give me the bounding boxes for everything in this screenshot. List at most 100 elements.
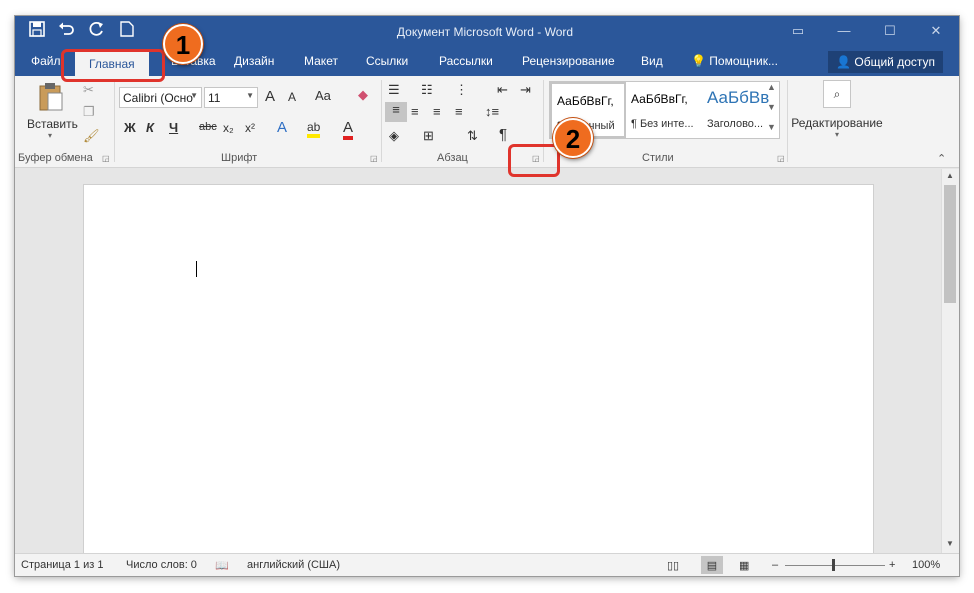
tell-me-label: Помощник...	[709, 54, 778, 68]
numbering-icon[interactable]: ☷	[421, 82, 433, 98]
font-group-label: Шрифт	[221, 152, 258, 164]
search-icon: ⌕	[823, 80, 851, 108]
tab-view[interactable]: Вид	[641, 54, 663, 68]
redo-icon[interactable]	[87, 21, 107, 42]
new-document-icon[interactable]	[117, 21, 137, 42]
proofing-icon[interactable]: 📖	[215, 559, 229, 572]
more-styles-icon[interactable]: ▼	[767, 122, 776, 132]
clear-formatting-icon[interactable]: ◆	[358, 87, 368, 103]
share-button[interactable]: 👤 Общий доступ	[828, 51, 943, 73]
subscript-icon[interactable]: x₂	[223, 121, 234, 135]
style-no-spacing[interactable]: АаБбВвГг, ¶ Без инте...	[626, 82, 702, 138]
step-badge-1: 1	[163, 24, 203, 64]
tab-file[interactable]: Файл	[31, 54, 61, 68]
print-layout-icon[interactable]: ▤	[701, 556, 723, 574]
change-case-icon[interactable]: Aa	[315, 88, 331, 103]
styles-group-label: Стили	[642, 152, 674, 164]
minimize-button[interactable]: —	[821, 16, 867, 46]
bullets-icon[interactable]: ☰	[388, 82, 400, 98]
underline-icon[interactable]: Ч	[169, 120, 178, 135]
borders-icon[interactable]: ⊞	[423, 128, 434, 144]
tab-references[interactable]: Ссылки	[366, 54, 408, 68]
shading-icon[interactable]: ◈	[389, 128, 399, 144]
status-bar: Страница 1 из 1 Число слов: 0 📖 английск…	[15, 553, 959, 576]
tab-mailings[interactable]: Рассылки	[439, 54, 493, 68]
bold-icon[interactable]: Ж	[124, 120, 136, 135]
text-effects-icon[interactable]: A	[277, 119, 287, 136]
tab-layout[interactable]: Макет	[304, 54, 338, 68]
increase-indent-icon[interactable]: ⇥	[520, 82, 531, 98]
maximize-button[interactable]: ☐	[867, 16, 913, 46]
tab-tell-me[interactable]: 💡 Помощник...	[691, 54, 778, 68]
tab-review[interactable]: Рецензирование	[522, 54, 615, 68]
vertical-scrollbar[interactable]: ▲ ▼	[941, 169, 959, 553]
highlight-box-paragraph-launcher	[508, 144, 560, 177]
read-mode-icon[interactable]: ▯▯	[667, 559, 679, 572]
zoom-level[interactable]: 100%	[912, 559, 940, 571]
scrollbar-thumb[interactable]	[944, 185, 956, 303]
scroll-up-arrow-icon[interactable]: ▲	[946, 171, 954, 180]
line-spacing-icon[interactable]: ↕≡	[485, 104, 499, 119]
word-count[interactable]: Число слов: 0	[126, 559, 197, 571]
divider	[787, 80, 788, 162]
paste-button[interactable]: Вставить ▾	[27, 82, 78, 140]
shrink-font-icon[interactable]: A	[288, 90, 296, 104]
document-page[interactable]	[83, 184, 874, 564]
divider	[114, 80, 115, 162]
superscript-icon[interactable]: x²	[245, 121, 255, 135]
style-preview: АаБбВвГг,	[557, 94, 614, 108]
font-size-combo[interactable]: 11 ▼	[204, 87, 258, 108]
styles-launcher-icon[interactable]: ◲	[777, 154, 785, 163]
ribbon-display-icon[interactable]: ▭	[775, 16, 821, 46]
grow-font-icon[interactable]: A	[265, 88, 275, 105]
highlight-box-home-tab	[61, 49, 165, 82]
cut-icon[interactable]: ✂	[83, 82, 94, 98]
window-controls: ▭ — ☐ ✕	[775, 16, 959, 46]
font-launcher-icon[interactable]: ◲	[370, 154, 378, 163]
multilevel-list-icon[interactable]: ⋮	[455, 82, 468, 98]
editing-button[interactable]: ⌕ Редактирование ▾	[791, 80, 883, 139]
sort-icon[interactable]: ⇅	[467, 128, 478, 144]
font-size-value: 11	[208, 91, 221, 105]
web-layout-icon[interactable]: ▦	[739, 559, 749, 572]
scroll-up-icon[interactable]: ▲	[767, 82, 776, 92]
font-name-value: Calibri (Осно	[123, 91, 193, 105]
zoom-out-button[interactable]: –	[772, 559, 778, 571]
decrease-indent-icon[interactable]: ⇤	[497, 82, 508, 98]
save-icon[interactable]	[27, 21, 47, 42]
zoom-in-button[interactable]: +	[889, 559, 895, 571]
align-left-icon[interactable]: ≡	[385, 102, 407, 122]
paragraph-group-label: Абзац	[437, 152, 468, 164]
window-title: Документ Microsoft Word - Word	[396, 25, 574, 39]
tab-design[interactable]: Дизайн	[234, 54, 274, 68]
clipboard-group-label: Буфер обмена	[18, 152, 93, 164]
scroll-down-arrow-icon[interactable]: ▼	[946, 539, 954, 548]
highlight-icon[interactable]: ab	[307, 120, 321, 138]
scroll-down-icon[interactable]: ▼	[767, 102, 776, 112]
strikethrough-icon[interactable]: abc	[199, 121, 217, 133]
zoom-slider-thumb[interactable]	[832, 559, 835, 571]
page-count[interactable]: Страница 1 из 1	[21, 559, 103, 571]
title-bar: Документ Microsoft Word - Word ▭ — ☐ ✕	[15, 16, 959, 49]
editing-label: Редактирование	[791, 116, 883, 130]
font-color-icon[interactable]: A	[343, 119, 354, 140]
justify-icon[interactable]: ≡	[455, 104, 463, 119]
undo-icon[interactable]	[57, 21, 77, 42]
chevron-down-icon: ▼	[190, 91, 198, 100]
quick-access-toolbar	[27, 21, 137, 42]
collapse-ribbon-icon[interactable]: ⌃	[937, 152, 946, 165]
align-right-icon[interactable]: ≡	[433, 104, 441, 119]
clipboard-launcher-icon[interactable]: ◲	[102, 154, 110, 163]
zoom-slider[interactable]	[785, 565, 885, 566]
style-name: ¶ Без инте...	[631, 118, 694, 130]
language[interactable]: английский (США)	[247, 559, 340, 571]
paste-label: Вставить	[27, 117, 78, 131]
font-name-combo[interactable]: Calibri (Осно ▼	[119, 87, 202, 108]
close-button[interactable]: ✕	[913, 16, 959, 46]
align-center-icon[interactable]: ≡	[411, 104, 419, 119]
show-marks-icon[interactable]: ¶	[499, 126, 507, 143]
lightbulb-icon: 💡	[691, 54, 706, 68]
copy-icon[interactable]: ❐	[83, 104, 95, 120]
italic-icon[interactable]: К	[146, 120, 154, 135]
format-painter-icon[interactable]: 🖌	[83, 128, 100, 144]
